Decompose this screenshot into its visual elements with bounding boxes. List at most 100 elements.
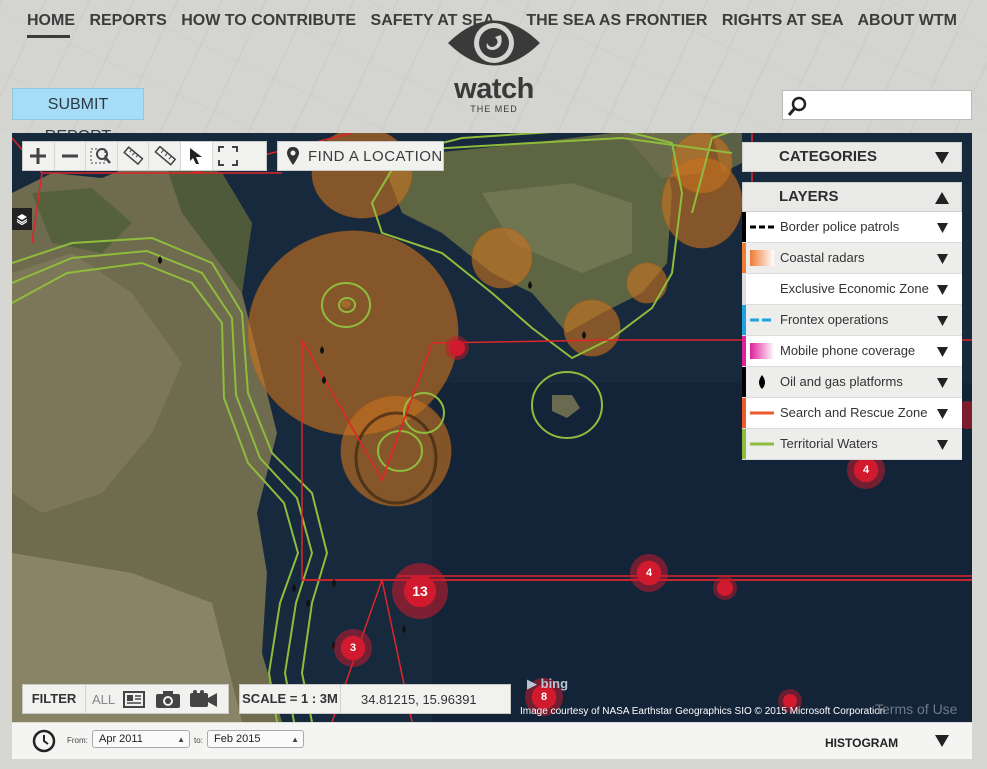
main-nav-right: THE SEA AS FRONTIER RIGHTS AT SEA ABOUT … [516, 12, 957, 30]
layer-toggle-item[interactable]: Border police patrols [742, 212, 962, 243]
fullscreen-button[interactable] [213, 142, 244, 170]
filter-bar: FILTER ALL [22, 684, 229, 714]
solid-line-icon [750, 442, 774, 446]
measure-distance-button[interactable] [118, 142, 150, 170]
layers-header[interactable]: LAYERS [742, 182, 962, 212]
find-location-button[interactable]: FIND A LOCATION [277, 141, 444, 171]
nav-reports[interactable]: REPORTS [89, 12, 166, 29]
cursor-coordinates: 34.81215, 15.96391 [361, 691, 477, 707]
zoom-box-button[interactable] [86, 142, 118, 170]
layer-toggle-item[interactable]: Territorial Waters [742, 429, 962, 460]
map-toolbar [22, 141, 267, 171]
video-camera-icon[interactable] [189, 689, 219, 709]
layer-symbol [750, 305, 776, 335]
triangle-down-icon[interactable] [937, 378, 948, 388]
layer-label: Search and Rescue Zone [780, 405, 928, 420]
scale-bar: SCALE = 1 : 3M 34.81215, 15.96391 [239, 684, 511, 714]
layer-color-bar [742, 243, 746, 273]
select-arrows-icon: ▲ [291, 735, 299, 744]
document-icon[interactable] [123, 690, 147, 708]
histogram-toggle[interactable]: HISTOGRAM [825, 736, 898, 750]
zoom-box-icon [90, 148, 112, 164]
categories-header[interactable]: CATEGORIES [742, 142, 962, 172]
layer-symbol [750, 367, 776, 397]
to-date-select[interactable]: Feb 2015 ▲ [207, 730, 304, 748]
triangle-down-icon [935, 152, 949, 164]
logo-subtitle: THE MED [470, 104, 518, 114]
categories-title: CATEGORIES [779, 148, 878, 165]
layer-label: Border police patrols [780, 219, 900, 234]
triangle-down-icon[interactable] [937, 254, 948, 264]
report-cluster[interactable]: 4 [630, 554, 668, 592]
layer-color-bar [742, 429, 746, 459]
nav-how-to-contribute[interactable]: HOW TO CONTRIBUTE [181, 12, 356, 29]
nav-home[interactable]: HOME [27, 12, 75, 29]
layer-list: Border police patrols Coastal radars Exclu… [742, 212, 962, 460]
triangle-down-icon[interactable] [937, 409, 948, 419]
layer-toggle-item[interactable]: Exclusive Economic Zone [742, 274, 962, 305]
nav-rights-at-sea[interactable]: RIGHTS AT SEA [722, 12, 843, 29]
logo[interactable]: watch THE MED [446, 12, 542, 114]
filter-all[interactable]: ALL [92, 692, 115, 707]
triangle-down-icon[interactable] [937, 440, 948, 450]
measure-area-button[interactable] [149, 142, 181, 170]
layer-symbol [750, 336, 776, 366]
report-cluster[interactable]: 3 [334, 629, 372, 667]
minus-icon [61, 154, 78, 158]
from-date-select[interactable]: Apr 2011 ▲ [92, 730, 190, 748]
location-pin-icon [287, 147, 299, 165]
layer-toggle-item[interactable]: Mobile phone coverage [742, 336, 962, 367]
layer-toggle-item[interactable]: Coastal radars [742, 243, 962, 274]
clock-icon [32, 729, 56, 753]
triangle-down-icon[interactable] [937, 285, 948, 295]
zoom-out-button[interactable] [55, 142, 87, 170]
layer-symbol [750, 398, 776, 428]
select-tool-button[interactable] [180, 142, 213, 170]
solid-line-icon [750, 411, 774, 415]
eye-logo-icon [448, 20, 540, 66]
search-icon[interactable] [787, 95, 809, 117]
nav-about-wtm[interactable]: ABOUT WTM [857, 12, 957, 29]
triangle-down-icon[interactable] [937, 316, 948, 326]
logo-wordmark: watch [454, 73, 534, 105]
triangle-down-icon[interactable] [937, 347, 948, 357]
layer-label: Mobile phone coverage [780, 343, 916, 358]
pointer-icon [190, 148, 203, 164]
plus-icon [30, 148, 47, 164]
active-nav-underline [27, 35, 70, 38]
layer-symbol [750, 429, 776, 459]
layer-label: Territorial Waters [780, 436, 878, 451]
layer-label: Frontex operations [780, 312, 889, 327]
filter-label[interactable]: FILTER [23, 685, 86, 713]
imagery-credit: Image courtesy of NASA Earthstar Geograp… [520, 706, 886, 717]
terms-of-use-link[interactable]: Terms of Use [875, 701, 957, 717]
report-cluster[interactable]: 13 [392, 563, 448, 619]
fullscreen-icon [217, 146, 238, 166]
layer-toggle-item[interactable]: Search and Rescue Zone [742, 398, 962, 429]
layer-toggle-item[interactable]: Oil and gas platforms [742, 367, 962, 398]
nav-sea-as-frontier[interactable]: THE SEA AS FRONTIER [526, 12, 707, 29]
layer-toggle-item[interactable]: Frontex operations [742, 305, 962, 336]
layer-color-bar [742, 367, 746, 397]
triangle-down-icon[interactable] [935, 735, 949, 747]
layer-label: Oil and gas platforms [780, 374, 903, 389]
layer-switcher-button[interactable] [12, 208, 32, 230]
main-nav-left: HOME REPORTS HOW TO CONTRIBUTE SAFETY AT… [27, 12, 505, 30]
area-ruler-icon [154, 146, 176, 166]
find-location-label: FIND A LOCATION [308, 147, 443, 165]
map-view[interactable]: 13 4 4 3 8 FIND A LOCATION CATEGORIES LA… [12, 133, 972, 722]
layer-label: Coastal radars [780, 250, 865, 265]
bing-logo-icon: ▶ [527, 676, 537, 691]
layer-label: Exclusive Economic Zone [780, 281, 929, 296]
dashed-line-icon [750, 225, 774, 229]
dashed-line-icon [750, 318, 774, 322]
submit-report-button[interactable]: SUBMIT REPORT [12, 88, 144, 145]
layers-title: LAYERS [779, 188, 839, 205]
search-input[interactable] [813, 94, 967, 118]
triangle-down-icon[interactable] [937, 223, 948, 233]
layer-color-bar [742, 398, 746, 428]
bing-logo: ▶ bing [527, 676, 569, 691]
zoom-in-button[interactable] [23, 142, 55, 170]
layer-color-bar [742, 336, 746, 366]
camera-icon[interactable] [155, 689, 181, 709]
